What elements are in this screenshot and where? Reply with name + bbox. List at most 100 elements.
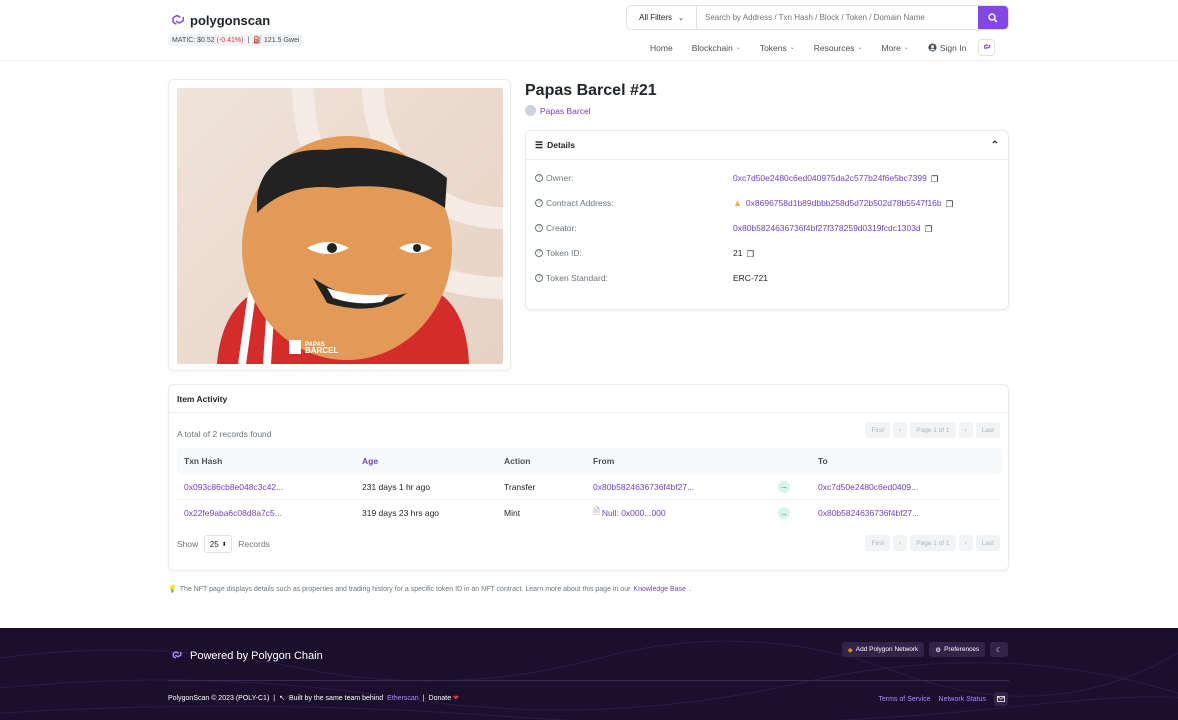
add-network-button[interactable]: ◆ Add Polygon Network <box>841 642 925 657</box>
col-action: Action <box>504 456 531 466</box>
user-circle-icon <box>928 43 937 52</box>
chevron-down-icon: ⌄ <box>735 45 741 51</box>
chevron-down-icon: ⌄ <box>678 14 684 22</box>
question-circle-icon: ? <box>535 274 543 282</box>
mail-icon[interactable] <box>994 692 1008 706</box>
price-change: (-0.41%) <box>216 36 244 44</box>
collection-link[interactable]: Papas Barcel <box>525 105 591 116</box>
page-indicator: Page 1 of 1 <box>910 422 956 438</box>
page-next-button[interactable]: › <box>958 535 973 551</box>
warning-icon: ▲ <box>733 198 742 208</box>
page-prev-button[interactable]: ‹ <box>893 422 908 438</box>
from-address-link[interactable]: 0x80b5824636736f4bf27... <box>593 482 778 492</box>
search-bar: All Filters ⌄ <box>626 5 1009 30</box>
token-id: 21 <box>733 248 743 258</box>
to-address-link[interactable]: 0x80b5824636736f4bf27... <box>818 508 1002 518</box>
from-null-address[interactable]: 🗎 Null: 0x000...000 <box>593 506 778 520</box>
etherscan-link[interactable]: Etherscan <box>387 695 419 702</box>
col-age[interactable]: Age <box>362 456 504 466</box>
chevron-up-icon[interactable]: ⌃ <box>991 140 999 151</box>
detail-row-creator: ? Creator: 0x80b5824636736f4bf27f378259d0… <box>535 223 933 234</box>
gas-price: ⛽ 121.5 Gwei <box>253 36 300 45</box>
knowledge-base-link[interactable]: Knowledge Base <box>633 586 686 593</box>
copy-icon[interactable]: ❐ <box>946 199 954 209</box>
search-icon <box>988 12 998 22</box>
arrow-right-icon: → <box>778 480 790 493</box>
col-txn-hash: Txn Hash <box>184 456 223 466</box>
gas-pump-icon: ⛽ <box>253 37 263 44</box>
heart-icon: ❤ <box>453 695 459 702</box>
terms-link[interactable]: Terms of Service <box>878 696 930 703</box>
moon-icon: ☾ <box>996 646 1002 654</box>
page-first-button[interactable]: First <box>865 535 891 551</box>
contract-address[interactable]: 0x8696758d1b89dbbb258d5d72b502d78b5547f1… <box>746 198 942 208</box>
token-standard: ERC-721 <box>733 273 768 283</box>
nft-image-logo: PAPAS BARCEL <box>305 342 339 355</box>
page-last-button[interactable]: Last <box>975 535 1000 551</box>
copy-icon[interactable]: ❐ <box>746 249 754 259</box>
chevron-down-icon: ⌄ <box>789 45 795 51</box>
table-row: 0x22fe9aba6c08d8a7c5... 319 days 23 hrs … <box>177 500 1002 526</box>
network-switch-button[interactable] <box>978 39 996 56</box>
txn-hash-link[interactable]: 0x093c86cb8e048c3c42... <box>177 482 362 492</box>
table-row: 0x093c86cb8e048c3c42... 231 days 1 hr ag… <box>177 474 1002 500</box>
page-first-button[interactable]: First <box>865 422 891 438</box>
copy-icon[interactable]: ❐ <box>931 174 939 184</box>
matic-price: MATIC: $0.52 (-0.41%) <box>172 36 244 44</box>
dark-mode-toggle[interactable]: ☾ <box>990 642 1008 657</box>
collection-avatar-icon <box>525 105 536 116</box>
preferences-button[interactable]: ⚙ Preferences <box>929 642 986 657</box>
txn-hash-link[interactable]: 0x22fe9aba6c08d8a7c5... <box>177 508 362 518</box>
page-title: Papas Barcel #21 <box>525 82 657 99</box>
search-input[interactable] <box>697 6 978 29</box>
nav-more[interactable]: More ⌄ <box>881 43 908 53</box>
footer-divider <box>168 680 1009 681</box>
page-next-button[interactable]: › <box>958 422 973 438</box>
owner-address[interactable]: 0xc7d50e2480c6ed040975da2c577b24f6e5bc73… <box>733 173 927 183</box>
footer-copyright: PolygonScan © 2023 (POLY-C1) | ↖ Built b… <box>168 694 459 703</box>
footer-buttons: ◆ Add Polygon Network ⚙ Preferences ☾ <box>841 642 1008 657</box>
nav-resources[interactable]: Resources ⌄ <box>814 43 863 53</box>
sign-in-link[interactable]: Sign In <box>928 43 966 53</box>
brand-name: polygonscan <box>190 12 271 28</box>
nft-image[interactable]: PAPAS BARCEL <box>177 88 503 364</box>
col-to: To <box>818 456 828 466</box>
chevron-down-icon: ⌄ <box>857 45 863 51</box>
question-circle-icon: ? <box>535 224 543 232</box>
info-note: 💡 The NFT page displays details such as … <box>168 585 691 594</box>
page-size-control: Show 25 ⬍ Records <box>177 535 270 553</box>
cursor-icon: ↖ <box>279 695 285 702</box>
page-last-button[interactable]: Last <box>975 422 1000 438</box>
network-status-link[interactable]: Network Status <box>939 696 986 703</box>
show-label: Show <box>177 539 199 549</box>
nav-home[interactable]: Home <box>650 43 673 53</box>
creator-address[interactable]: 0x80b5824636736f4bf27f378259d0319fcdc130… <box>733 223 921 233</box>
nav-blockchain[interactable]: Blockchain ⌄ <box>692 43 741 53</box>
detail-row-contract: ? Contract Address: ▲ 0x8696758d1b89dbbb25… <box>535 198 954 209</box>
nav-tokens[interactable]: Tokens ⌄ <box>760 43 795 53</box>
to-address-link[interactable]: 0xc7d50e2480c6ed0409... <box>818 482 1002 492</box>
powered-by: Powered by Polygon Chain <box>190 650 323 662</box>
search-button[interactable] <box>978 6 1008 29</box>
site-logo[interactable]: polygonscan <box>168 11 270 29</box>
document-icon: 🗎 <box>593 506 600 516</box>
copy-icon[interactable]: ❐ <box>925 224 933 234</box>
records-found: A total of 2 records found <box>177 429 272 439</box>
polygon-logo-icon <box>984 44 991 50</box>
table-header: Txn Hash Age Action From To <box>177 448 1002 474</box>
page-prev-button[interactable]: ‹ <box>893 535 908 551</box>
gear-icon: ⚙ <box>935 646 942 654</box>
detail-row-token-standard: ? Token Standard: ERC-721 <box>535 273 768 283</box>
page-indicator: Page 1 of 1 <box>910 535 956 551</box>
filter-dropdown[interactable]: All Filters ⌄ <box>627 6 697 29</box>
details-header[interactable]: ☰ Details ⌃ <box>526 131 1008 160</box>
txn-action: Transfer <box>504 481 536 492</box>
collection-name[interactable]: Papas Barcel <box>540 106 591 116</box>
page-size-select[interactable]: 25 ⬍ <box>204 535 233 553</box>
nft-image-card: PAPAS BARCEL <box>168 79 511 371</box>
col-from: From <box>593 456 615 466</box>
price-separator: | <box>247 36 250 44</box>
donate-link[interactable]: Donate ❤ <box>429 694 459 702</box>
fox-icon: ◆ <box>847 646 853 654</box>
txn-age: 319 days 23 hrs ago <box>362 508 440 518</box>
